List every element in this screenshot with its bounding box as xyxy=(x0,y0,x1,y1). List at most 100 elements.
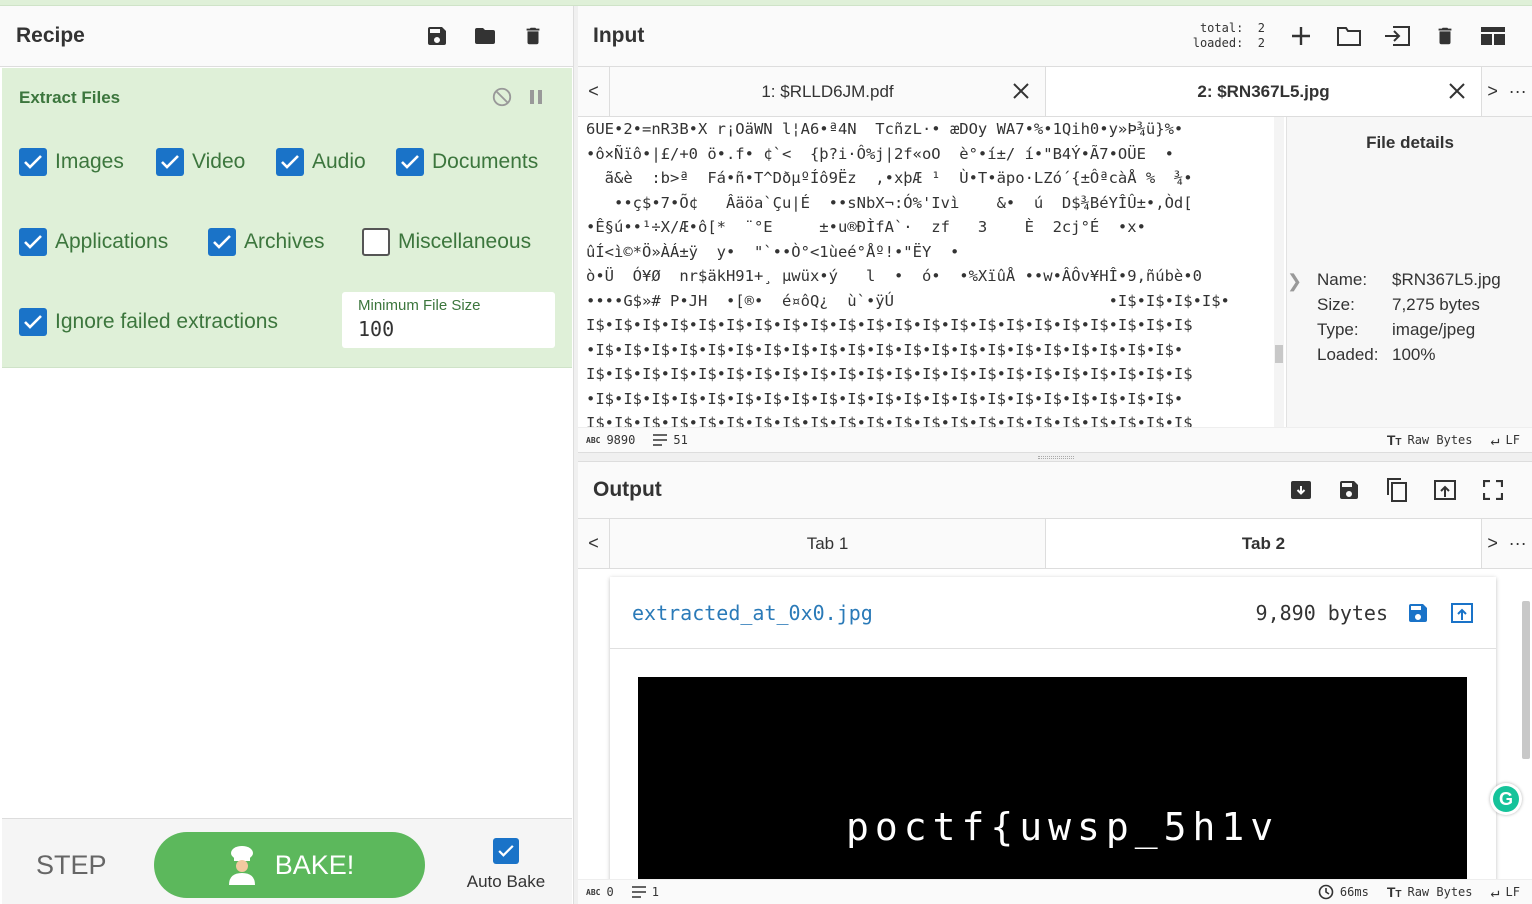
checkbox-audio[interactable]: Audio xyxy=(276,148,366,176)
checkbox-label: Images xyxy=(55,150,124,173)
chevron-right-icon[interactable]: ❯ xyxy=(1287,271,1302,292)
checkbox-applications[interactable]: Applications xyxy=(19,228,168,256)
save-output-button[interactable] xyxy=(1325,470,1373,510)
input-tab-2[interactable]: 2: $RN367L5.jpg xyxy=(1046,67,1482,116)
checkbox-miscellaneous[interactable]: Miscellaneous xyxy=(362,228,531,256)
open-in-input-icon[interactable] xyxy=(1450,601,1474,625)
checkbox-checked-icon[interactable] xyxy=(396,148,424,176)
detail-type: image/jpeg xyxy=(1392,320,1476,339)
loaded-value: 2 xyxy=(1257,36,1265,50)
image-text: poctf{uwsp_5h1v xyxy=(846,805,1280,849)
pause-icon xyxy=(530,90,542,104)
checkbox-checked-icon[interactable] xyxy=(19,228,47,256)
input-eol[interactable]: ↵ LF xyxy=(1491,431,1520,449)
save-icon[interactable] xyxy=(1406,601,1430,625)
tab-menu-button[interactable]: ··· xyxy=(1509,81,1527,102)
close-icon[interactable] xyxy=(1447,81,1467,101)
output-scrollbar[interactable] xyxy=(1522,601,1530,759)
horizontal-resize-handle[interactable] xyxy=(578,452,1532,462)
input-text-line: •Ê§ú••¹÷X/Æ•ô[* ¨°E ±•u®ÐÌfA`· zf 3 È 2c… xyxy=(586,218,1146,236)
encoding-value: Raw Bytes xyxy=(1407,885,1473,899)
output-tabs: < Tab 1 Tab 2 > ··· xyxy=(578,519,1532,569)
input-scrollbar[interactable] xyxy=(1274,117,1284,427)
extracted-file-size: 9,890 bytes xyxy=(1255,600,1388,625)
maximise-output-button[interactable] xyxy=(1469,470,1517,510)
min-file-size-field[interactable]: Minimum File Size 100 xyxy=(342,292,555,348)
recipe-header: Recipe xyxy=(0,6,573,67)
input-text-line: ã&è :b>ª Fá•ñ•T^DðµºÍô9Ëz ,•xþÆ ¹ Ù•T•äp… xyxy=(586,169,1193,187)
input-text-area[interactable]: 6UE•2•=nR3B•X r¡OäWN l¦A6•ª4N TcñzL·• æD… xyxy=(578,117,1274,427)
output-encoding[interactable]: TT Raw Bytes xyxy=(1387,884,1473,900)
grammarly-icon[interactable]: G xyxy=(1490,783,1522,815)
input-encoding[interactable]: TT Raw Bytes xyxy=(1387,432,1473,448)
checkbox-archives[interactable]: Archives xyxy=(208,228,325,256)
checkbox-checked-icon[interactable] xyxy=(19,148,47,176)
save-icon xyxy=(428,27,446,45)
input-text-line: ••ç$•7•Õ¢ Âäöa`Çu|É ••sNbX¬:Ó%'Ivì &• ú … xyxy=(586,193,1193,212)
return-icon: ↵ xyxy=(1490,431,1500,449)
checkbox-video[interactable]: Video xyxy=(156,148,245,176)
text-encoding-icon: TT xyxy=(1386,884,1402,900)
chef-icon xyxy=(228,846,255,885)
output-eol[interactable]: ↵ LF xyxy=(1491,883,1520,901)
checkbox-documents[interactable]: Documents xyxy=(396,148,538,176)
open-file-button[interactable] xyxy=(1373,16,1421,56)
min-file-size-input[interactable]: 100 xyxy=(358,317,394,341)
add-input-tab-button[interactable] xyxy=(1277,16,1325,56)
bake-button[interactable]: BAKE! xyxy=(154,832,425,898)
checkbox-checked-icon[interactable] xyxy=(276,148,304,176)
resize-grip[interactable] xyxy=(1038,456,1074,459)
scrollbar-thumb[interactable] xyxy=(1275,345,1283,363)
output-tab-1[interactable]: Tab 1 xyxy=(610,519,1046,568)
tab-prev-button[interactable]: < xyxy=(578,519,610,568)
extracted-file-name[interactable]: extracted_at_0x0.jpg xyxy=(632,601,1256,625)
output-panel: Output < Tab 1 Tab 2 > ··· extracted_at_… xyxy=(578,462,1532,904)
checkbox-label: Documents xyxy=(432,150,539,173)
save-all-button[interactable] xyxy=(1277,470,1325,510)
folder-icon xyxy=(475,28,495,44)
trash-icon xyxy=(1438,27,1452,45)
tab-prev-button[interactable]: < xyxy=(578,67,610,116)
tab-menu-button[interactable]: ··· xyxy=(1509,533,1527,554)
plus-icon xyxy=(1292,27,1310,45)
output-status-bar: ABC 0 1 66ms TT Raw Bytes ↵ LF xyxy=(578,879,1532,904)
operation-extract-files[interactable]: Extract Files Images Video Audio Documen… xyxy=(2,68,572,368)
detail-size: 7,275 bytes xyxy=(1392,295,1480,314)
checkbox-checked-icon[interactable] xyxy=(19,308,47,336)
tab-next-button[interactable]: > xyxy=(1487,533,1498,554)
length-value: 9890 xyxy=(606,433,636,447)
breakpoint-button[interactable] xyxy=(523,84,549,110)
abc-icon: ABC xyxy=(586,435,601,445)
eol-value: LF xyxy=(1505,433,1520,447)
disable-operation-button[interactable] xyxy=(489,84,515,110)
detail-key: Size: xyxy=(1317,295,1355,314)
auto-bake-toggle[interactable]: Auto Bake xyxy=(464,838,548,892)
load-recipe-button[interactable] xyxy=(461,16,509,56)
tab-nav-more: > ··· xyxy=(1482,67,1532,116)
reset-layout-button[interactable] xyxy=(1469,16,1517,56)
checkbox-checked-icon[interactable] xyxy=(208,228,236,256)
tab-next-button[interactable]: > xyxy=(1487,81,1498,102)
checkbox-checked-icon[interactable] xyxy=(493,838,519,864)
checkbox-images[interactable]: Images xyxy=(19,148,124,176)
close-icon[interactable] xyxy=(1011,81,1031,101)
checkbox-checked-icon[interactable] xyxy=(156,148,184,176)
loaded-label: loaded: xyxy=(1192,36,1244,50)
replace-input-button[interactable] xyxy=(1421,470,1469,510)
input-tab-1[interactable]: 1: $RLLD6JM.pdf xyxy=(610,67,1046,116)
clear-input-button[interactable] xyxy=(1421,16,1469,56)
input-text-line: ûÍ<ì©*Ö»ÀÁ±ÿ y• "`••Ò°<1ùeé°Åº!•"ËY • xyxy=(586,242,960,261)
extracted-file-card: extracted_at_0x0.jpg 9,890 bytes poctf{u… xyxy=(610,577,1496,879)
clock-icon xyxy=(1318,884,1334,900)
save-recipe-button[interactable] xyxy=(413,16,461,56)
copy-output-button[interactable] xyxy=(1373,470,1421,510)
clear-recipe-button[interactable] xyxy=(509,16,557,56)
input-text-line: I$•I$•I$•I$•I$•I$•I$•I$•I$•I$•I$•I$•I$•I… xyxy=(586,316,1193,334)
output-tab-2[interactable]: Tab 2 xyxy=(1046,519,1482,568)
step-button[interactable]: STEP xyxy=(36,850,107,881)
tab-label: 1: $RLLD6JM.pdf xyxy=(761,81,894,101)
lines-value: 1 xyxy=(651,885,659,899)
checkbox-ignore-failed[interactable]: Ignore failed extractions xyxy=(19,308,278,336)
open-folder-button[interactable] xyxy=(1325,16,1373,56)
checkbox-unchecked-icon[interactable] xyxy=(362,228,390,256)
